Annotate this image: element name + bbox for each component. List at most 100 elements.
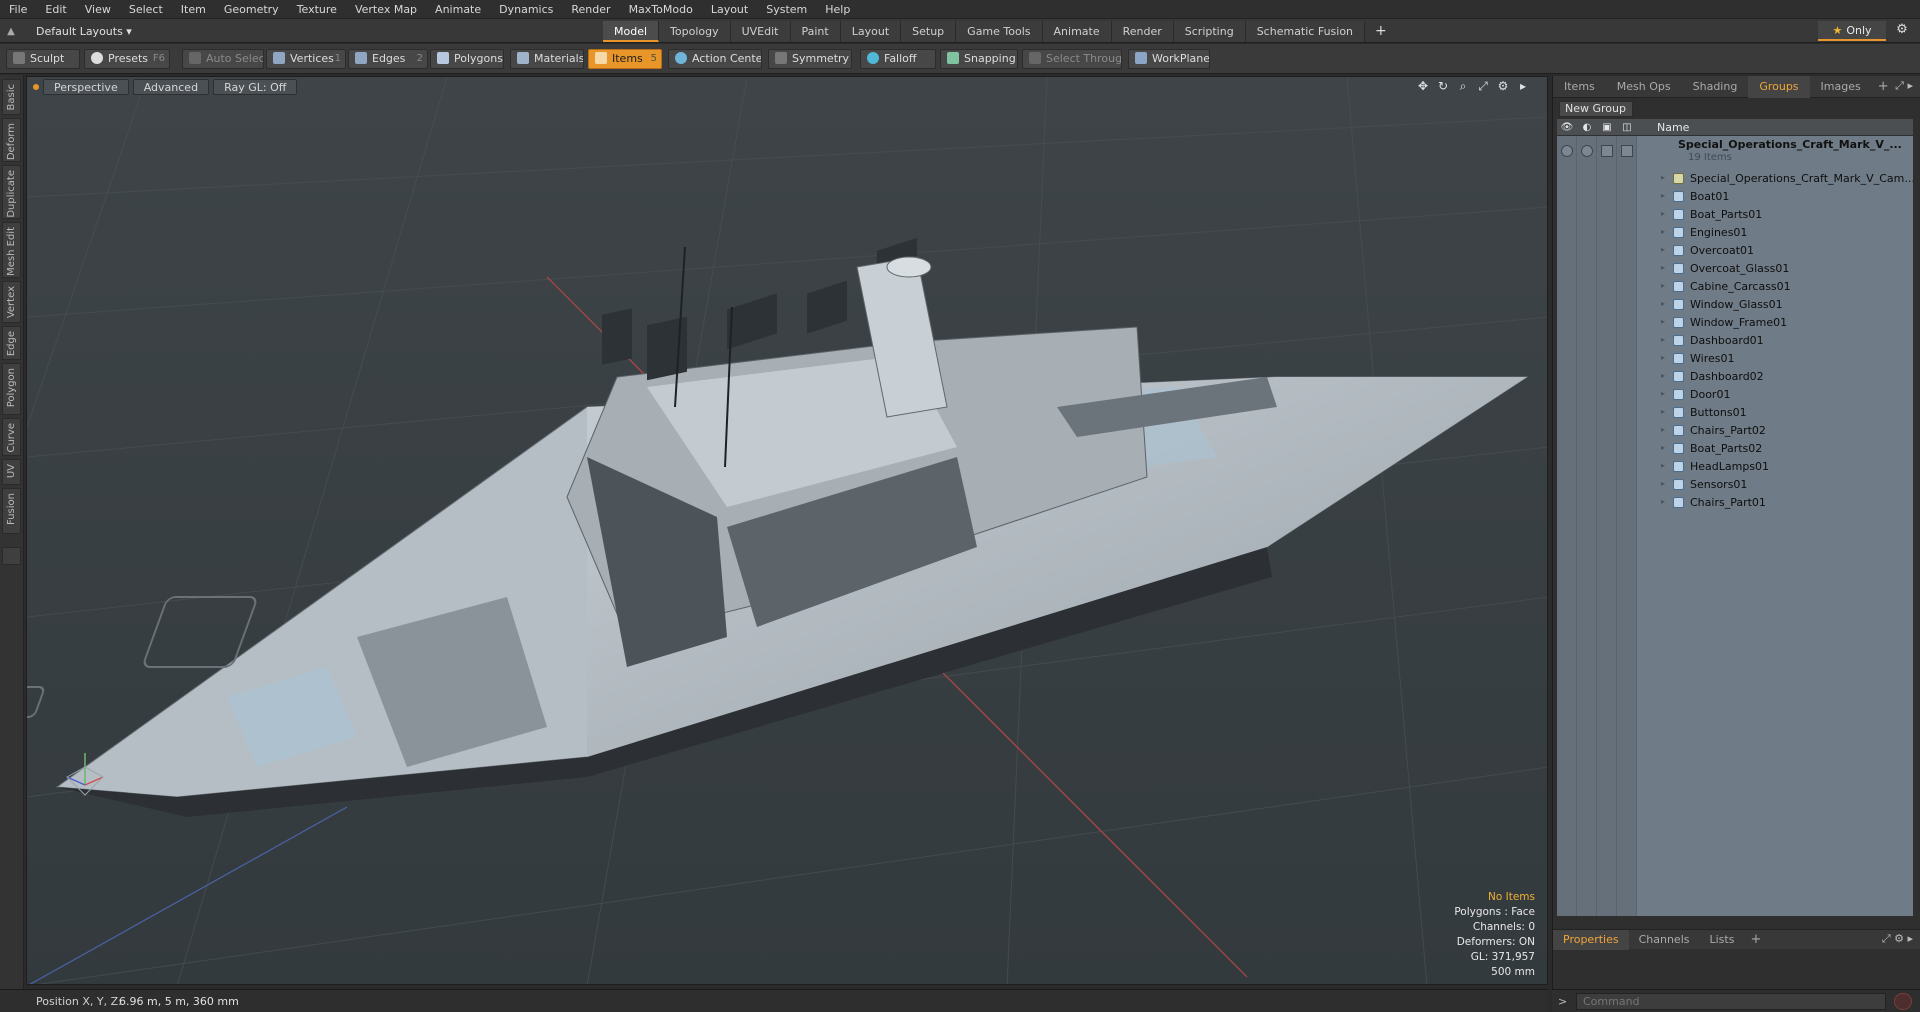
tab-layout[interactable]: Layout	[840, 21, 902, 42]
panel-tab-mesh-ops[interactable]: Mesh Ops	[1606, 76, 1682, 98]
snapping-button[interactable]: Snapping	[940, 49, 1018, 69]
list-item[interactable]: ▸ Overcoat01	[1557, 242, 1913, 260]
falloff-button[interactable]: Falloff	[860, 49, 936, 69]
expand-arrow-icon[interactable]: ▸	[1661, 353, 1665, 362]
menu-maxtomodo[interactable]: MaxToModo	[620, 0, 702, 19]
select-checkbox[interactable]	[1621, 145, 1633, 157]
edges-button[interactable]: Edges 2	[348, 49, 428, 69]
list-item[interactable]: ▸ Door01	[1557, 386, 1913, 404]
polygons-button[interactable]: Polygons	[430, 49, 504, 69]
name-column-header[interactable]: Name	[1657, 121, 1689, 134]
view-mode-dropdown[interactable]: Perspective	[43, 79, 129, 95]
3d-viewport[interactable]: Perspective Advanced Ray GL: Off ✥ ↻ ⌕ ⤢…	[26, 76, 1548, 985]
list-item[interactable]: ▸ Boat01	[1557, 188, 1913, 206]
expand-arrow-icon[interactable]: ▸	[1661, 425, 1665, 434]
left-tab-vertex[interactable]: Vertex	[2, 281, 21, 323]
zoom-icon[interactable]: ⌕	[1453, 79, 1473, 94]
select-column-icon[interactable]: ◫	[1617, 122, 1637, 133]
menu-edit[interactable]: Edit	[36, 0, 75, 19]
auto-select-button[interactable]: Auto Select	[182, 49, 264, 69]
expand-arrow-icon[interactable]: ▸	[1661, 209, 1665, 218]
expand-arrow-icon[interactable]: ▸	[1661, 461, 1665, 470]
presets-button[interactable]: Presets F6	[84, 49, 170, 69]
tab-model[interactable]: Model	[603, 21, 660, 42]
menu-render[interactable]: Render	[562, 0, 619, 19]
list-item[interactable]: ▸ Chairs_Part01	[1557, 494, 1913, 512]
symmetry-button[interactable]: Symmetry	[768, 49, 852, 69]
render-icon[interactable]	[1581, 145, 1593, 157]
layout-selector[interactable]: ▲ Default Layouts ▾	[0, 19, 132, 43]
viewport-settings-icon[interactable]: ⚙	[1493, 79, 1513, 94]
expand-arrow-icon[interactable]: ▸	[1661, 335, 1665, 344]
properties-expand-icon[interactable]: ⤢ ⚙ ▸	[1882, 932, 1913, 946]
vertices-button[interactable]: Vertices 1	[266, 49, 346, 69]
add-properties-tab-icon[interactable]: +	[1744, 932, 1767, 947]
list-item[interactable]: ▸ Cabine_Carcass01	[1557, 278, 1913, 296]
list-item[interactable]: ▸ Sensors01	[1557, 476, 1913, 494]
expand-arrow-icon[interactable]: ▸	[1661, 389, 1665, 398]
tab-setup[interactable]: Setup	[901, 21, 957, 42]
add-panel-tab-icon[interactable]: +	[1872, 79, 1895, 94]
left-tab-uv[interactable]: UV	[2, 459, 21, 485]
list-item[interactable]: ▸ Chairs_Part02	[1557, 422, 1913, 440]
properties-tab-properties[interactable]: Properties	[1553, 929, 1629, 950]
list-item[interactable]: ▸ HeadLamps01	[1557, 458, 1913, 476]
viewport-menu-dot[interactable]	[33, 84, 39, 90]
group-row[interactable]: Special_Operations_Craft_Mark_V_... 19 I…	[1557, 136, 1913, 168]
expand-arrow-icon[interactable]: ▸	[1661, 371, 1665, 380]
expand-arrow-icon[interactable]: ▸	[1661, 245, 1665, 254]
materials-button[interactable]: Materials	[510, 49, 584, 69]
list-item[interactable]: ▸ Special_Operations_Craft_Mark_V_Cam...	[1557, 170, 1913, 188]
tab-render[interactable]: Render	[1111, 21, 1174, 42]
menu-item[interactable]: Item	[172, 0, 215, 19]
command-run-button[interactable]	[1894, 993, 1912, 1010]
list-item[interactable]: ▸ Boat_Parts01	[1557, 206, 1913, 224]
left-tab-basic[interactable]: Basic	[2, 79, 21, 115]
left-strip-toggle[interactable]	[2, 547, 21, 565]
tab-uvedit[interactable]: UVEdit	[730, 21, 791, 42]
panel-tab-images[interactable]: Images	[1810, 76, 1872, 98]
menu-layout[interactable]: Layout	[702, 0, 757, 19]
left-tab-polygon[interactable]: Polygon	[2, 363, 21, 415]
render-column-icon[interactable]: ◐	[1577, 122, 1597, 133]
left-tab-mesh-edit[interactable]: Mesh Edit	[2, 222, 21, 278]
rotate-icon[interactable]: ↻	[1433, 79, 1453, 94]
lock-checkbox[interactable]	[1601, 145, 1613, 157]
list-item[interactable]: ▸ Wires01	[1557, 350, 1913, 368]
menu-geometry[interactable]: Geometry	[215, 0, 288, 19]
tab-animate[interactable]: Animate	[1042, 21, 1112, 42]
tab-topology[interactable]: Topology	[659, 21, 731, 42]
expand-arrow-icon[interactable]: ▸	[1661, 317, 1665, 326]
list-item[interactable]: ▸ Window_Glass01	[1557, 296, 1913, 314]
menu-dynamics[interactable]: Dynamics	[490, 0, 562, 19]
list-item[interactable]: ▸ Engines01	[1557, 224, 1913, 242]
lock-column-icon[interactable]: ▣	[1597, 122, 1617, 133]
tab-scripting[interactable]: Scripting	[1173, 21, 1246, 42]
left-tab-curve[interactable]: Curve	[2, 418, 21, 456]
panel-tab-groups[interactable]: Groups	[1748, 75, 1810, 98]
properties-tab-channels[interactable]: Channels	[1629, 930, 1700, 950]
menu-select[interactable]: Select	[120, 0, 172, 19]
command-history-icon[interactable]: >	[1558, 995, 1567, 1008]
list-item[interactable]: ▸ Dashboard01	[1557, 332, 1913, 350]
menu-texture[interactable]: Texture	[288, 0, 346, 19]
left-tab-duplicate[interactable]: Duplicate	[2, 165, 21, 219]
list-item[interactable]: ▸ Dashboard02	[1557, 368, 1913, 386]
expand-arrow-icon[interactable]: ▸	[1661, 191, 1665, 200]
collapse-up-icon[interactable]: ▲	[0, 26, 22, 37]
left-tab-edge[interactable]: Edge	[2, 326, 21, 360]
menu-system[interactable]: System	[757, 0, 816, 19]
pan-icon[interactable]: ✥	[1413, 79, 1433, 94]
list-item[interactable]: ▸ Buttons01	[1557, 404, 1913, 422]
workplane-button[interactable]: WorkPlane	[1128, 49, 1210, 69]
tab-schematic-fusion[interactable]: Schematic Fusion	[1245, 21, 1366, 42]
expand-arrow-icon[interactable]: ▸	[1661, 443, 1665, 452]
left-tab-deform[interactable]: Deform	[2, 118, 21, 162]
panel-tab-shading[interactable]: Shading	[1682, 76, 1749, 98]
play-icon[interactable]: ▸	[1513, 79, 1533, 94]
tab-game-tools[interactable]: Game Tools	[956, 21, 1043, 42]
left-tab-fusion[interactable]: Fusion	[2, 488, 21, 534]
command-input[interactable]	[1576, 993, 1886, 1010]
gear-icon[interactable]: ⚙	[1893, 22, 1911, 40]
maximize-icon[interactable]: ⤢	[1473, 79, 1493, 94]
